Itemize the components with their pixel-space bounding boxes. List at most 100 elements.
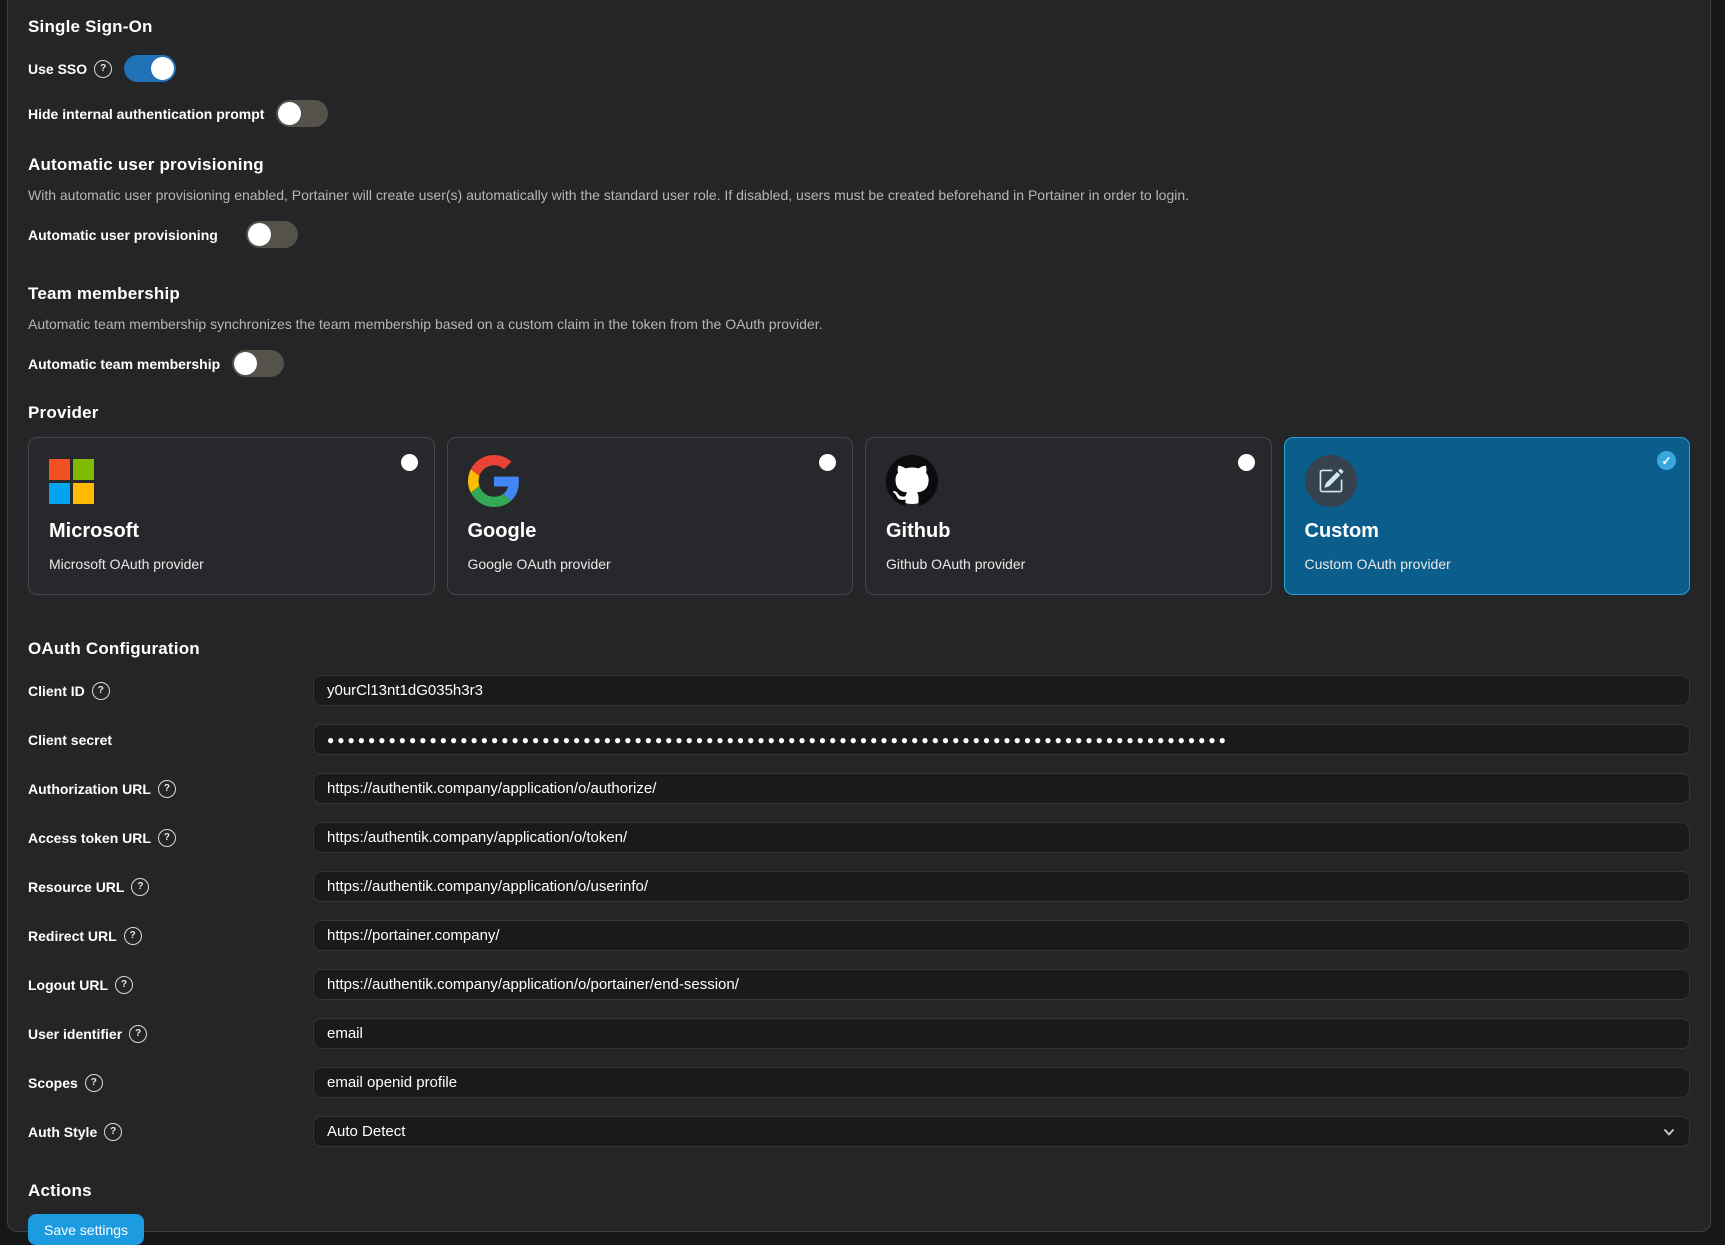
scopes-label-text: Scopes (28, 1075, 78, 1091)
use-sso-label: Use SSO ? (28, 60, 112, 78)
resource-url-input[interactable] (313, 871, 1690, 902)
client-id-label: Client ID ? (28, 682, 313, 700)
provider-card-google[interactable]: Google Google OAuth provider (447, 437, 854, 595)
radio-unselected-icon[interactable] (401, 454, 418, 471)
user-identifier-input[interactable] (313, 1018, 1690, 1049)
provider-card-title: Microsoft (49, 520, 414, 543)
provisioning-row: Automatic user provisioning (28, 221, 1690, 248)
use-sso-row: Use SSO ? (28, 55, 1690, 82)
help-icon[interactable]: ? (158, 780, 176, 798)
form-row-scopes: Scopes ? (28, 1067, 1690, 1098)
help-icon[interactable]: ? (158, 829, 176, 847)
provisioning-toggle[interactable] (246, 221, 298, 248)
form-row-user-identifier: User identifier ? (28, 1018, 1690, 1049)
provider-card-github[interactable]: Github Github OAuth provider (865, 437, 1272, 595)
form-row-client-id: Client ID ? (28, 675, 1690, 706)
form-row-authorization-url: Authorization URL ? (28, 773, 1690, 804)
selected-check-icon: ✓ (1657, 451, 1676, 470)
team-label: Automatic team membership (28, 356, 220, 372)
user-identifier-label: User identifier ? (28, 1025, 313, 1043)
resource-url-label: Resource URL ? (28, 878, 313, 896)
auth-style-label: Auth Style ? (28, 1123, 313, 1141)
toggle-knob (248, 223, 271, 246)
provider-section-title: Provider (28, 403, 1690, 423)
authorization-url-input[interactable] (313, 773, 1690, 804)
help-icon[interactable]: ? (85, 1074, 103, 1092)
provider-card-title: Github (886, 520, 1251, 543)
radio-unselected-icon[interactable] (819, 454, 836, 471)
provisioning-label: Automatic user provisioning (28, 227, 218, 243)
help-icon[interactable]: ? (94, 60, 112, 78)
team-row: Automatic team membership (28, 350, 1690, 377)
provider-card-custom[interactable]: ✓ Custom Custom OAuth provider (1284, 437, 1691, 595)
google-logo-icon (468, 455, 833, 507)
redirect-url-input[interactable] (313, 920, 1690, 951)
redirect-url-label-text: Redirect URL (28, 928, 117, 944)
provider-card-subtitle: Google OAuth provider (468, 556, 833, 572)
help-icon[interactable]: ? (129, 1025, 147, 1043)
form-row-redirect-url: Redirect URL ? (28, 920, 1690, 951)
client-secret-label: Client secret (28, 732, 313, 748)
github-logo-icon (886, 455, 1251, 507)
provisioning-section-title: Automatic user provisioning (28, 155, 1690, 175)
provider-card-subtitle: Github OAuth provider (886, 556, 1251, 572)
scopes-input[interactable] (313, 1067, 1690, 1098)
chevron-down-icon (1662, 1125, 1676, 1139)
client-id-label-text: Client ID (28, 683, 85, 699)
user-identifier-label-text: User identifier (28, 1026, 122, 1042)
custom-edit-icon (1305, 455, 1670, 507)
help-icon[interactable]: ? (115, 976, 133, 994)
auth-style-selected-value: Auto Detect (327, 1123, 405, 1140)
radio-unselected-icon[interactable] (1238, 454, 1255, 471)
client-secret-input[interactable] (313, 724, 1690, 755)
provisioning-description: With automatic user provisioning enabled… (28, 187, 1690, 203)
logout-url-label: Logout URL ? (28, 976, 313, 994)
auth-style-label-text: Auth Style (28, 1124, 97, 1140)
form-row-auth-style: Auth Style ? Auto Detect (28, 1116, 1690, 1147)
redirect-url-label: Redirect URL ? (28, 927, 313, 945)
use-sso-label-text: Use SSO (28, 61, 87, 77)
provider-card-subtitle: Custom OAuth provider (1305, 556, 1670, 572)
auth-style-select[interactable]: Auto Detect (313, 1116, 1690, 1147)
provider-card-microsoft[interactable]: Microsoft Microsoft OAuth provider (28, 437, 435, 595)
use-sso-toggle[interactable] (124, 55, 176, 82)
authorization-url-label-text: Authorization URL (28, 781, 151, 797)
hide-prompt-toggle[interactable] (276, 100, 328, 127)
oauth-section-title: OAuth Configuration (28, 639, 1690, 659)
help-icon[interactable]: ? (124, 927, 142, 945)
form-row-resource-url: Resource URL ? (28, 871, 1690, 902)
settings-panel: Single Sign-On Use SSO ? Hide internal a… (7, 0, 1711, 1232)
form-row-logout-url: Logout URL ? (28, 969, 1690, 1000)
team-description: Automatic team membership synchronizes t… (28, 316, 1690, 332)
hide-prompt-row: Hide internal authentication prompt (28, 100, 1690, 127)
logout-url-label-text: Logout URL (28, 977, 108, 993)
client-id-input[interactable] (313, 675, 1690, 706)
hide-prompt-label: Hide internal authentication prompt (28, 106, 264, 122)
logout-url-input[interactable] (313, 969, 1690, 1000)
sso-section-title: Single Sign-On (28, 17, 1690, 37)
authorization-url-label: Authorization URL ? (28, 780, 313, 798)
team-section-title: Team membership (28, 284, 1690, 304)
help-icon[interactable]: ? (104, 1123, 122, 1141)
hide-prompt-label-text: Hide internal authentication prompt (28, 106, 264, 122)
team-label-text: Automatic team membership (28, 356, 220, 372)
toggle-knob (278, 102, 301, 125)
help-icon[interactable]: ? (131, 878, 149, 896)
team-toggle[interactable] (232, 350, 284, 377)
help-icon[interactable]: ? (92, 682, 110, 700)
access-token-url-label: Access token URL ? (28, 829, 313, 847)
toggle-knob (234, 352, 257, 375)
form-row-access-token-url: Access token URL ? (28, 822, 1690, 853)
access-token-url-label-text: Access token URL (28, 830, 151, 846)
toggle-knob (151, 57, 174, 80)
actions-section-title: Actions (28, 1181, 1690, 1201)
resource-url-label-text: Resource URL (28, 879, 124, 895)
access-token-url-input[interactable] (313, 822, 1690, 853)
scopes-label: Scopes ? (28, 1074, 313, 1092)
form-row-client-secret: Client secret (28, 724, 1690, 755)
provisioning-label-text: Automatic user provisioning (28, 227, 218, 243)
save-settings-button[interactable]: Save settings (28, 1214, 144, 1245)
microsoft-logo-icon (49, 455, 414, 507)
provider-card-subtitle: Microsoft OAuth provider (49, 556, 414, 572)
provider-card-title: Google (468, 520, 833, 543)
